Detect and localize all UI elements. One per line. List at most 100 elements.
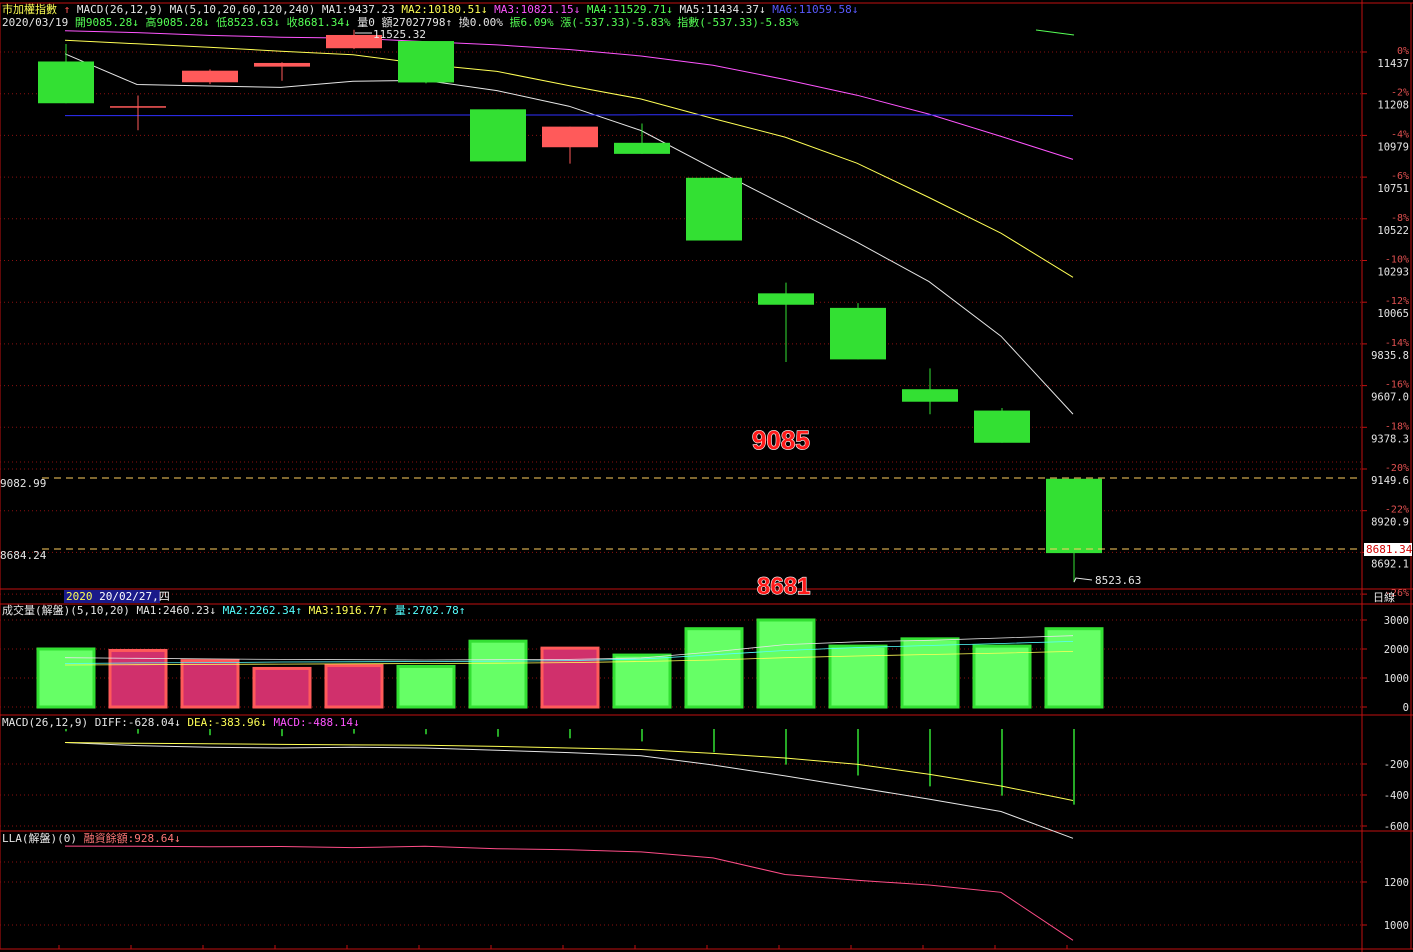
vol-tick-label-1: 2000 (1384, 644, 1409, 656)
pct-tick-label-7: -14% (1385, 338, 1409, 349)
up-arrow-icon: ↑ (64, 3, 71, 16)
ma-value-3: MA4:11529.71↓ (580, 3, 673, 16)
ohlc-value-0: 開9085.28↓ (75, 16, 139, 29)
candle-body-11[interactable] (830, 307, 886, 360)
pct-tick-label-4: -8% (1391, 213, 1409, 224)
volume-bar-12[interactable] (900, 637, 960, 709)
volume-header-item-2: MA2:2262.34↑ (216, 604, 302, 617)
annotation-close: 8681 (757, 573, 810, 600)
lla-tick-label-1: 1000 (1384, 920, 1409, 932)
price-tick-label-1: 11208 (1377, 100, 1409, 112)
ma-value-4: MA5:11434.37↓ (673, 3, 766, 16)
ma1-line (64, 53, 1074, 415)
macd-panel[interactable]: -200 -400 -600 (0, 729, 1409, 839)
vol-tick-label-0: 3000 (1384, 615, 1409, 627)
price-tick-label-12: 8692.1 (1371, 558, 1409, 570)
ref-bottom-label: 8684.24 (0, 549, 47, 562)
macd-diff-line (64, 742, 1074, 839)
volume-bar-3[interactable] (252, 666, 312, 709)
lla-line[interactable] (64, 845, 1074, 941)
lla-tick-label-0: 1200 (1384, 877, 1409, 889)
pct-tick-label-6: -12% (1385, 296, 1409, 307)
candle-body-14[interactable] (1046, 478, 1102, 554)
volume-header-item-4: 量:2702.78↑ (388, 604, 465, 617)
volume-header: 成交量(解盤)(5,10,20) MA1:2460.23↓ MA2:2262.3… (2, 603, 465, 617)
volume-bar-6[interactable] (468, 639, 528, 709)
ohlc-value-6: 換0.00% (452, 16, 503, 29)
price-tick-label-4: 10522 (1377, 225, 1409, 237)
volume-bar-8[interactable] (612, 653, 672, 709)
volume-bar-5[interactable] (396, 664, 456, 709)
macd-tick-label-2: -600 (1384, 821, 1409, 833)
volume-bar-14[interactable] (1044, 627, 1104, 709)
symbol-name[interactable]: 市加權指數 (2, 2, 57, 16)
pct-tick-label-8: -16% (1385, 380, 1409, 391)
bar-date: 2020/03/19 (2, 16, 68, 29)
period-label[interactable]: 日線 (1373, 590, 1395, 604)
low-label: 8523.63 (1095, 574, 1141, 587)
stock-chart[interactable]: 0%11437 -2%11208 -4%10979 -6%10751 -8%10522 -… (0, 0, 1413, 952)
macd-tick-label-1: -400 (1384, 790, 1409, 802)
candle-body-3[interactable] (254, 62, 310, 67)
price-tick-label-7: 9835.8 (1371, 350, 1409, 362)
candle-body-9[interactable] (686, 177, 742, 241)
candle-body-10[interactable] (758, 293, 814, 305)
pct-tick-label-5: -10% (1385, 255, 1409, 266)
low-marker (1073, 577, 1093, 583)
header-row-1: 市加權指數 ↑ MACD(26,12,9) MA(5,10,20,60,120,… (2, 2, 858, 16)
candle-body-12[interactable] (902, 389, 958, 402)
volume-panel[interactable]: 3000 2000 1000 0 (0, 615, 1409, 714)
vol-tick-label-2: 1000 (1384, 673, 1409, 685)
candle-body-0[interactable] (38, 61, 94, 104)
macd-dea-line (64, 742, 1074, 801)
price-tick-label-6: 10065 (1377, 308, 1409, 320)
price-tick-label-5: 10293 (1377, 267, 1409, 279)
price-tick-label-0: 11437 (1377, 58, 1409, 70)
price-tick-label-3: 10751 (1377, 183, 1409, 195)
ref-top-label: 9082.99 (0, 477, 46, 490)
candle-body-8[interactable] (614, 142, 670, 154)
ma-value-5: MA6:11059.58↓ (766, 3, 859, 16)
lla-header-item-0: LLA(解盤)(0) (2, 831, 77, 845)
ma-value-2: MA3:10821.15↓ (488, 3, 581, 16)
candle-body-13[interactable] (974, 410, 1030, 443)
candle-body-1[interactable] (110, 106, 166, 108)
volume-bar-13[interactable] (972, 644, 1032, 709)
candle-body-2[interactable] (182, 70, 238, 83)
macd-header: MACD(26,12,9) DIFF:-628.04↓ DEA:-383.96↓… (2, 716, 360, 729)
pct-tick-label-2: -4% (1391, 129, 1409, 140)
lla-header-item-1: 融資餘額:928.64↓ (77, 831, 181, 845)
candle-body-6[interactable] (470, 109, 526, 162)
volume-header-item-1: MA1:2460.23↓ (130, 604, 216, 617)
volume-header-item-0: 成交量(解盤)(5,10,20) (2, 603, 130, 617)
candle-body-7[interactable] (542, 126, 598, 148)
date-cursor-prefix: 2020 (66, 590, 93, 603)
lla-panel[interactable]: 1200 1000 (0, 845, 1409, 941)
vol-tick-label-3: 0 (1403, 702, 1409, 714)
panel-frames (0, 0, 1413, 952)
ohlc-value-4: 量0 (351, 16, 375, 29)
ohlc-value-1: 高9085.28↓ (139, 15, 210, 29)
ma-value-0: MA1:9437.23 (322, 3, 395, 16)
macd-header-item-2: DEA:-383.96↓ (181, 716, 267, 729)
volume-bar-9[interactable] (684, 627, 744, 709)
macd-header-item-0: MACD(26,12,9) (2, 716, 88, 729)
price-tick-label-10: 9149.6 (1371, 475, 1409, 487)
volume-bar-2[interactable] (180, 659, 240, 709)
volume-bar-10[interactable] (756, 618, 816, 709)
candlesticks[interactable] (38, 29, 1102, 583)
date-cursor[interactable]: 2020 20/02/27,四 (66, 590, 170, 603)
header-row-2: 2020/03/19 開9085.28↓ 高9085.28↓ 低8523.63↓… (2, 15, 799, 29)
price-tick-label-11: 8920.9 (1371, 517, 1409, 529)
volume-bar-1[interactable] (108, 648, 168, 709)
candle-body-5[interactable] (398, 41, 454, 83)
ohlc-value-8: 漲(-537.33)-5.83% (554, 16, 671, 29)
volume-bar-4[interactable] (324, 664, 384, 709)
pct-tick-label-11: -22% (1385, 505, 1409, 516)
macd-header-item-3: MACD:-488.14↓ (267, 716, 360, 729)
high-label: 11525.32 (373, 28, 426, 41)
price-tick-label-8: 9607.0 (1371, 392, 1409, 404)
pct-tick-label-0: 0% (1397, 46, 1409, 57)
volume-bar-7[interactable] (540, 646, 600, 709)
ma4-segment (1035, 29, 1075, 36)
